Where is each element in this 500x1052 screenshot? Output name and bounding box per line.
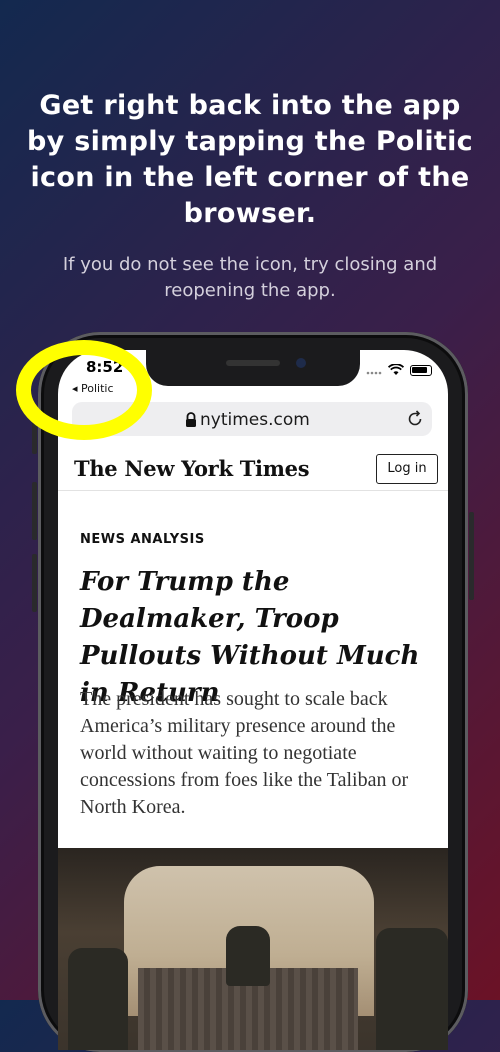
article-kicker: NEWS ANALYSIS [80,532,205,547]
login-button[interactable]: Log in [376,454,438,484]
reload-icon[interactable] [406,410,424,428]
site-logo[interactable]: The New York Times [74,456,310,481]
highlight-ring [16,340,152,440]
article-photo[interactable] [58,848,448,1050]
article-summary: The president has sought to scale back A… [80,688,409,818]
signal-icon [366,371,382,375]
phone-power-button [469,512,474,600]
phone-volume-down-button [32,554,37,612]
status-icons [366,364,432,376]
phone-side-button [32,422,37,454]
speaker-grille [226,360,280,366]
notch [146,350,360,386]
url-text: nytimes.com [200,410,310,430]
nyt-header: The New York Times Log in [58,446,448,491]
phone-volume-up-button [32,482,37,540]
promo-subline: If you do not see the icon, try closing … [62,254,438,301]
phone-screen: 8:52 ◂ Politic nytimes.com The New York … [58,350,448,1050]
front-camera [296,358,306,368]
photo-soldier [226,926,270,986]
photo-soldier [68,948,128,1050]
wifi-icon [388,364,404,375]
photo-soldier [376,928,448,1050]
battery-icon [410,364,432,376]
phone-frame: 8:52 ◂ Politic nytimes.com The New York … [32,332,474,1052]
promo-headline: Get right back into the app by simply ta… [27,90,473,229]
lock-icon [186,412,196,427]
